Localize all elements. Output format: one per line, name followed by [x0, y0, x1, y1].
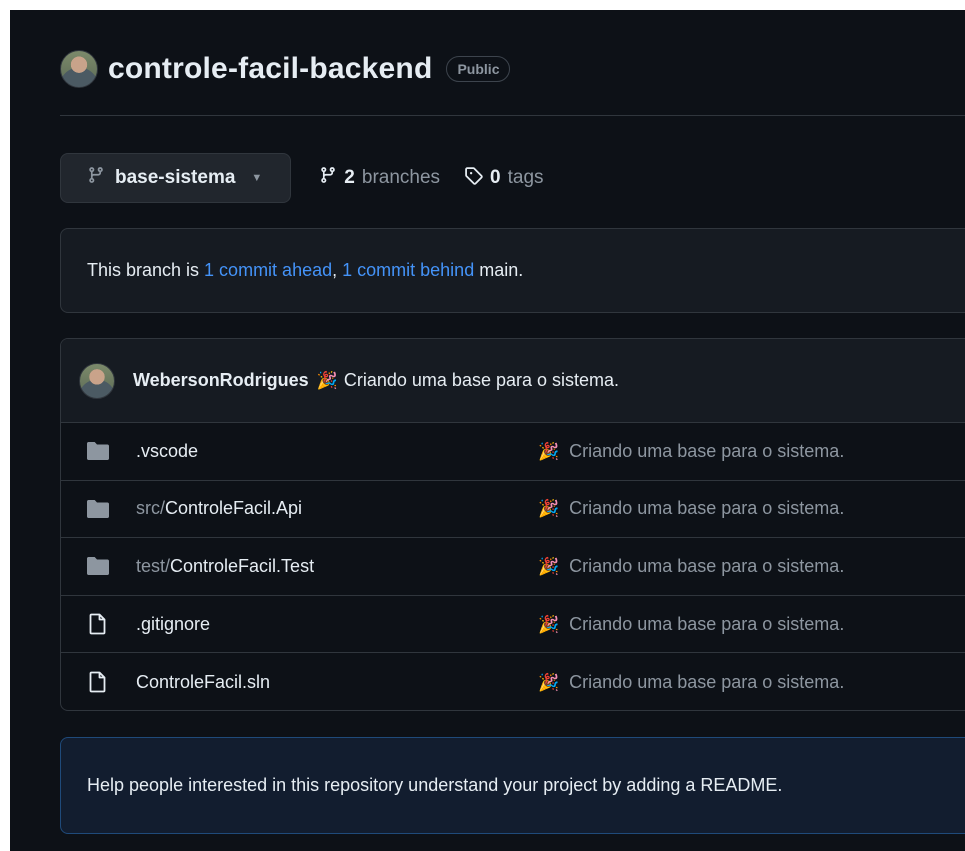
file-icon: [86, 613, 110, 635]
add-readme-banner: Help people interested in this repositor…: [60, 737, 965, 834]
compare-prefix: This branch is: [87, 260, 205, 280]
file-row[interactable]: src/ControleFacil.Api 🎉 Criando uma base …: [61, 481, 965, 539]
repo-page: controle-facil-backend Public base-siste…: [10, 10, 965, 851]
file-name[interactable]: .gitignore: [136, 614, 210, 635]
file-table: WebersonRodrigues 🎉 Criando uma base para …: [60, 338, 965, 711]
branches-label: branches: [361, 167, 441, 188]
folder-icon: [86, 556, 110, 576]
git-branch-icon: [319, 166, 337, 190]
file-row[interactable]: .gitignore 🎉 Criando uma base para o sist…: [61, 596, 965, 654]
commits-behind-link[interactable]: 1 commit behind: [342, 260, 474, 281]
commit-message[interactable]: Criando uma base para o sistema.: [344, 370, 619, 390]
file-commit-message[interactable]: 🎉 Criando uma base para o sistema.: [538, 498, 844, 519]
compare-sep: ,: [332, 260, 343, 280]
visibility-badge: Public: [446, 56, 511, 82]
readme-prompt-text: Help people interested in this repositor…: [87, 775, 783, 795]
repo-name[interactable]: controle-facil-backend: [108, 52, 432, 86]
file-row[interactable]: ControleFacil.sln 🎉 Criando uma base para…: [61, 653, 965, 710]
repo-header: controle-facil-backend Public: [60, 48, 511, 90]
party-popper-icon: 🎉: [316, 371, 338, 390]
file-icon: [86, 671, 110, 693]
file-name[interactable]: ControleFacil.sln: [136, 672, 270, 693]
git-branch-icon: [87, 166, 105, 190]
branches-link[interactable]: 2 branches: [319, 166, 440, 190]
header-divider: [60, 115, 965, 116]
file-commit-message[interactable]: 🎉 Criando uma base para o sistema.: [538, 672, 844, 693]
compare-suffix: main.: [474, 260, 524, 280]
branch-bar: base-sistema ▼ 2 branches 0 tags: [60, 153, 544, 203]
file-name[interactable]: test/ControleFacil.Test: [136, 556, 314, 577]
file-row[interactable]: .vscode 🎉 Criando uma base para o sistema…: [61, 423, 965, 481]
branches-count: 2: [344, 167, 355, 188]
tags-link[interactable]: 0 tags: [464, 166, 544, 191]
file-commit-message[interactable]: 🎉 Criando uma base para o sistema.: [538, 614, 844, 635]
tags-count: 0: [490, 167, 501, 188]
current-branch-label: base-sistema: [115, 167, 236, 188]
file-name[interactable]: src/ControleFacil.Api: [136, 498, 302, 519]
latest-commit-row: WebersonRodrigues 🎉 Criando uma base para …: [61, 339, 965, 423]
branch-compare-box: This branch is 1 commit ahead , 1 commit…: [60, 228, 965, 313]
avatar[interactable]: [79, 362, 115, 399]
folder-icon: [86, 499, 110, 519]
commits-ahead-link[interactable]: 1 commit ahead: [204, 260, 332, 281]
folder-icon: [86, 441, 110, 461]
file-commit-message[interactable]: 🎉 Criando uma base para o sistema.: [538, 441, 844, 462]
branch-select-button[interactable]: base-sistema ▼: [60, 153, 292, 203]
file-commit-message[interactable]: 🎉 Criando uma base para o sistema.: [538, 556, 844, 577]
tags-label: tags: [507, 167, 544, 188]
tag-icon: [464, 166, 483, 191]
owner-avatar[interactable]: [60, 50, 98, 88]
file-row[interactable]: test/ControleFacil.Test 🎉 Criando uma bas…: [61, 538, 965, 596]
chevron-down-icon: ▼: [251, 172, 263, 184]
file-name[interactable]: .vscode: [136, 441, 198, 462]
commit-author[interactable]: WebersonRodrigues: [133, 370, 309, 390]
